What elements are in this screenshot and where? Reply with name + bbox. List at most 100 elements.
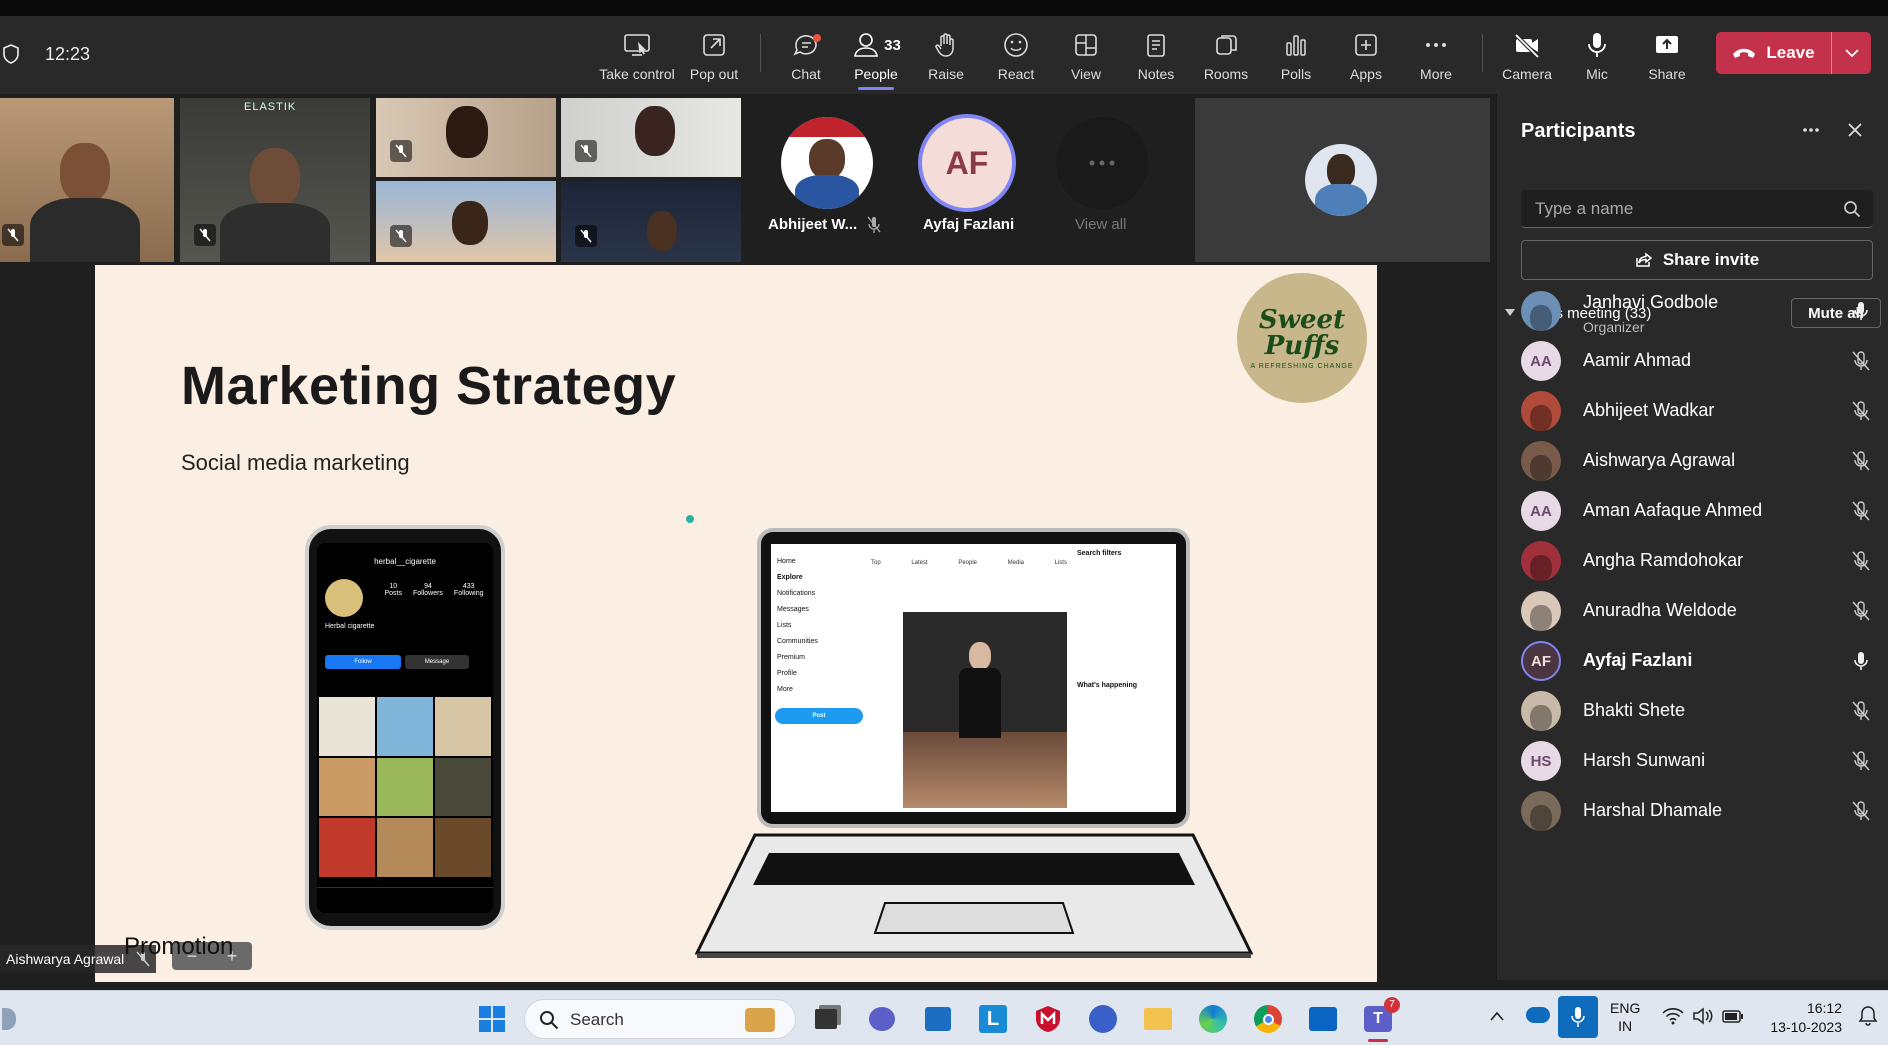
onedrive-icon[interactable]: [1526, 1007, 1550, 1023]
participant-row[interactable]: HS Harsh Sunwani: [1521, 736, 1873, 786]
widgets-icon[interactable]: [0, 999, 18, 1039]
participant-row[interactable]: Abhijeet Wadkar: [1521, 386, 1873, 436]
people-button[interactable]: 33 People: [836, 22, 916, 90]
more-button[interactable]: More: [1396, 22, 1476, 88]
nav-item: More: [777, 686, 793, 693]
mic-off-icon: [390, 225, 412, 247]
participant-row[interactable]: AF Ayfaj Fazlani: [1521, 636, 1873, 686]
task-view-icon[interactable]: [806, 999, 846, 1039]
video-tile[interactable]: ELASTIK: [180, 98, 370, 262]
leave-button[interactable]: Leave: [1716, 32, 1871, 74]
chevron-up-icon[interactable]: [1490, 1011, 1504, 1021]
taskbar-search[interactable]: Search: [524, 999, 796, 1039]
notes-button[interactable]: Notes: [1116, 22, 1196, 88]
raise-label: Raise: [928, 66, 964, 82]
mcafee-icon[interactable]: [1028, 999, 1068, 1039]
view-all-label: View all: [1075, 216, 1127, 233]
take-control-button[interactable]: Take control: [597, 22, 677, 88]
teams-icon[interactable]: T 7: [1358, 997, 1400, 1042]
mic-off-icon: [1852, 551, 1870, 571]
toolbar-divider: [760, 34, 761, 72]
rooms-button[interactable]: Rooms: [1186, 22, 1266, 88]
participant-row[interactable]: AA Aamir Ahmad: [1521, 336, 1873, 386]
participant-row[interactable]: Angha Ramdohokar: [1521, 536, 1873, 586]
chat-button[interactable]: Chat: [766, 22, 846, 88]
store-icon[interactable]: [918, 999, 958, 1039]
video-tile[interactable]: [561, 98, 741, 177]
video-tile[interactable]: [561, 181, 741, 262]
participant-search-input[interactable]: [1521, 190, 1831, 228]
nav-item: Messages: [777, 606, 809, 613]
camera-button[interactable]: Camera: [1487, 22, 1567, 88]
system-clock[interactable]: 16:12 13-10-2023: [1762, 999, 1842, 1037]
raise-hand-button[interactable]: Raise: [906, 22, 986, 88]
participant-row[interactable]: Aishwarya Agrawal: [1521, 436, 1873, 486]
mic-in-use-icon[interactable]: [1558, 996, 1598, 1038]
participant-search[interactable]: [1521, 190, 1873, 228]
panel-options-button[interactable]: [1799, 118, 1823, 142]
windows-start-icon[interactable]: [472, 999, 512, 1039]
windows-taskbar: Search L T 7 ENG IN 16:12 13-10-2023: [0, 990, 1888, 1045]
edge-icon[interactable]: [1193, 999, 1233, 1039]
share-invite-button[interactable]: Share invite: [1521, 240, 1873, 280]
teams-chat-icon[interactable]: [862, 999, 902, 1039]
chrome-icon[interactable]: [1248, 999, 1288, 1039]
volume-icon[interactable]: [1692, 1007, 1714, 1025]
pop-out-button[interactable]: Pop out: [674, 22, 754, 88]
briefcase-icon: [745, 1008, 775, 1032]
leave-main[interactable]: Leave: [1716, 32, 1831, 74]
participant-video: [60, 143, 110, 203]
self-view-tile[interactable]: [1195, 98, 1490, 262]
participant-avatar: AA: [1521, 341, 1561, 381]
app-icon[interactable]: [1083, 999, 1123, 1039]
more-dots-icon: [1426, 43, 1446, 47]
view-button[interactable]: View: [1046, 22, 1126, 88]
self-avatar: [1305, 144, 1377, 216]
post-grid: [319, 697, 491, 877]
stat-value: 433: [462, 583, 475, 590]
outlook-icon[interactable]: [1303, 999, 1343, 1039]
file-explorer-icon[interactable]: [1138, 999, 1178, 1039]
share-invite-label: Share invite: [1662, 250, 1760, 269]
rooms-label: Rooms: [1203, 66, 1249, 82]
people-icon: [854, 33, 879, 57]
shield-icon: [3, 44, 19, 64]
view-all-button[interactable]: [1056, 117, 1148, 209]
video-tile[interactable]: [0, 98, 174, 262]
participant-row[interactable]: AA Aman Aafaque Ahmed: [1521, 486, 1873, 536]
participant-row[interactable]: Harshal Dhamale: [1521, 786, 1873, 836]
participant-name: Anuradha Weldode: [1583, 600, 1737, 620]
participant-name: Angha Ramdohokar: [1583, 550, 1744, 570]
mic-button[interactable]: Mic: [1557, 22, 1637, 88]
take-control-icon: [624, 34, 650, 56]
participant-row[interactable]: Janhavi Godbole Organizer: [1521, 286, 1873, 336]
share-button[interactable]: Share: [1627, 22, 1707, 88]
close-panel-button[interactable]: [1843, 118, 1867, 142]
mic-off-icon: [1852, 401, 1870, 421]
notification-icon[interactable]: [1858, 1005, 1882, 1029]
participant-row[interactable]: Bhakti Shete: [1521, 686, 1873, 736]
polls-button[interactable]: Polls: [1256, 22, 1336, 88]
apps-label: Apps: [1350, 66, 1382, 82]
stat-value: 10: [389, 583, 398, 590]
react-button[interactable]: React: [976, 22, 1056, 88]
participant-row[interactable]: Anuradha Weldode: [1521, 586, 1873, 636]
battery-icon[interactable]: [1722, 1008, 1744, 1024]
teams-notification-badge: 7: [1384, 997, 1400, 1013]
leave-dropdown[interactable]: [1831, 32, 1871, 74]
participant-name: Aishwarya Agrawal: [1583, 450, 1736, 470]
l-app-icon[interactable]: L: [973, 999, 1013, 1039]
participant-video: [446, 106, 488, 158]
wifi-icon[interactable]: [1662, 1007, 1684, 1025]
notes-icon: [1147, 34, 1165, 57]
video-tile[interactable]: [376, 181, 556, 262]
apps-button[interactable]: Apps: [1326, 22, 1406, 88]
input-language-indicator[interactable]: ENG IN: [1610, 999, 1640, 1035]
mic-off-icon: [194, 224, 216, 246]
nav-item: Explore: [777, 574, 803, 581]
participant-avatar[interactable]: [781, 117, 873, 209]
participant-video: [250, 148, 300, 208]
add-apps-icon: [1355, 34, 1377, 56]
participant-avatar-speaking[interactable]: AF: [918, 114, 1016, 212]
video-tile[interactable]: [376, 98, 556, 177]
